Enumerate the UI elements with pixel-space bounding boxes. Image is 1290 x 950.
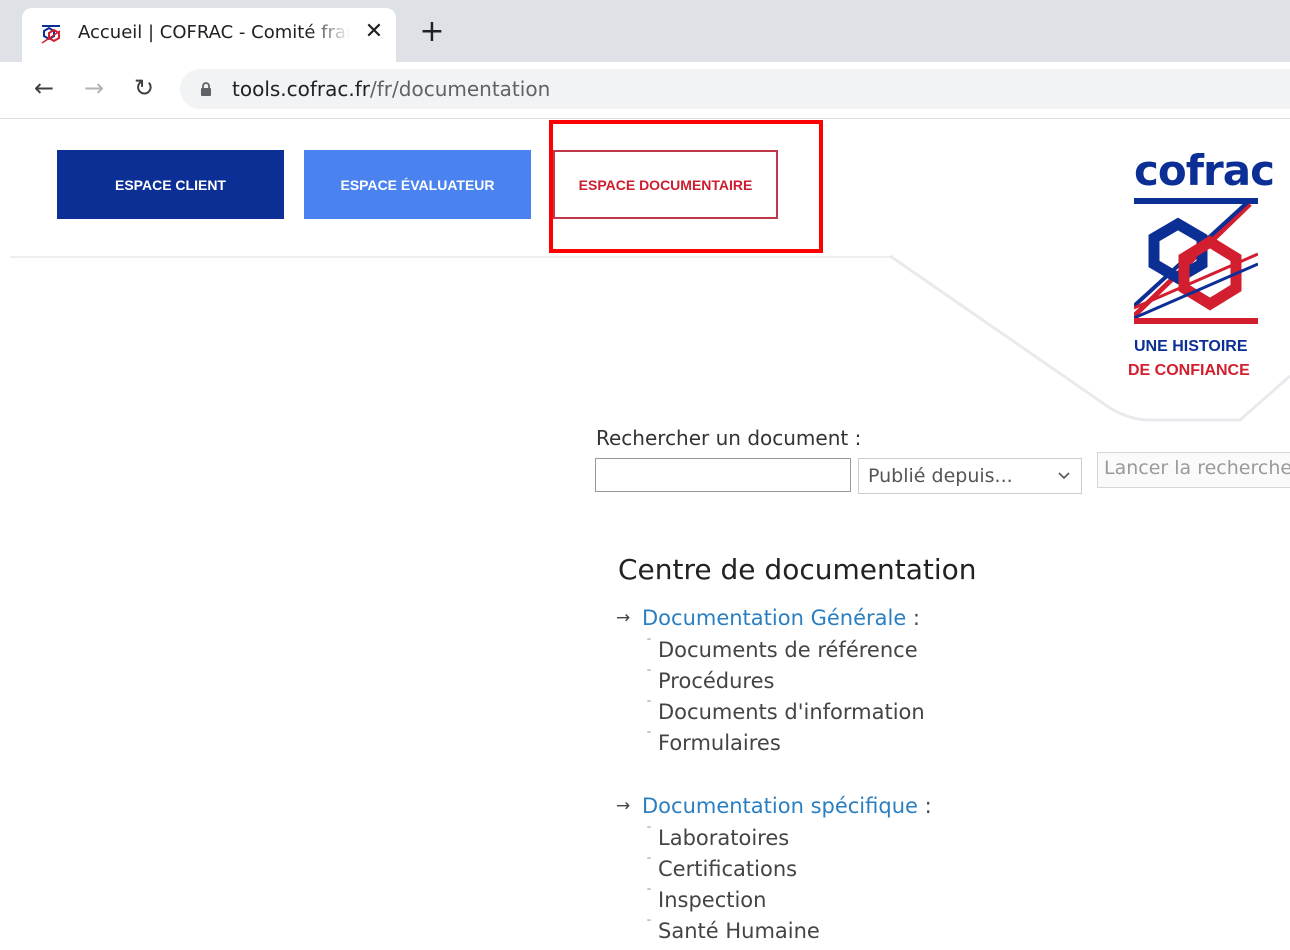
search-button[interactable]: Lancer la recherche: [1097, 452, 1290, 488]
browser-tab-bar: Accueil | COFRAC - Comité français d'acc…: [0, 0, 1290, 62]
forward-arrow-icon[interactable]: →: [80, 74, 108, 102]
back-arrow-icon[interactable]: ←: [30, 74, 58, 102]
list-item-label[interactable]: Procédures: [658, 669, 774, 693]
bullet-icon: ˉ: [646, 730, 652, 744]
published-since-select[interactable]: Publié depuis...: [858, 458, 1082, 494]
cofrac-favicon-icon: [40, 23, 62, 45]
espace-evaluateur-button[interactable]: ESPACE ÉVALUATEUR: [304, 150, 531, 219]
arrow-right-icon: →: [616, 796, 631, 816]
search-input[interactable]: [595, 458, 851, 492]
select-value: Publié depuis...: [868, 465, 1013, 487]
cofrac-logo-text[interactable]: cofrac: [1134, 148, 1275, 194]
list-item-label[interactable]: Formulaires: [658, 731, 781, 755]
cofrac-logo-mark-icon[interactable]: [1134, 198, 1258, 326]
list-item-label[interactable]: Documents de référence: [658, 638, 918, 662]
section-suffix: :: [906, 606, 921, 630]
tab-title: Accueil | COFRAC - Comité français d'acc…: [78, 22, 350, 43]
search-label: Rechercher un document :: [596, 426, 862, 450]
bullet-icon: ˉ: [646, 637, 652, 651]
bullet-icon: ˉ: [646, 856, 652, 870]
arrow-right-icon: →: [616, 608, 631, 628]
list-item-label[interactable]: Inspection: [658, 888, 766, 912]
reload-icon[interactable]: ↻: [130, 74, 158, 102]
page-title: Centre de documentation: [618, 553, 977, 586]
section-link-label[interactable]: Documentation Générale: [642, 606, 906, 630]
documentation-specifique-link[interactable]: Documentation spécifique :: [642, 794, 932, 818]
list-item-label[interactable]: Laboratoires: [658, 826, 789, 850]
browser-toolbar: ← → ↻ tools.cofrac.fr/fr/documentation: [0, 62, 1290, 119]
address-bar[interactable]: tools.cofrac.fr/fr/documentation: [180, 69, 1290, 109]
search-button-label: Lancer la recherche: [1104, 457, 1290, 479]
lock-icon: [201, 82, 211, 96]
close-tab-icon[interactable]: ✕: [362, 20, 386, 44]
espace-documentaire-button[interactable]: ESPACE DOCUMENTAIRE: [553, 150, 778, 219]
url-text: tools.cofrac.fr/fr/documentation: [232, 77, 550, 101]
list-item-label[interactable]: Certifications: [658, 857, 797, 881]
logo-tagline-line2: DE CONFIANCE: [1128, 362, 1250, 379]
logo-tagline-line1: UNE HISTOIRE: [1134, 338, 1248, 355]
section-link-label[interactable]: Documentation spécifique: [642, 794, 918, 818]
chevron-down-icon: [1058, 472, 1070, 480]
bullet-icon: ˉ: [646, 887, 652, 901]
documentation-generale-link[interactable]: Documentation Générale :: [642, 606, 920, 630]
new-tab-icon[interactable]: +: [418, 17, 446, 47]
bullet-icon: ˉ: [646, 699, 652, 713]
bullet-icon: ˉ: [646, 668, 652, 682]
section-suffix: :: [917, 794, 932, 818]
header-divider: [10, 256, 890, 258]
browser-tab[interactable]: Accueil | COFRAC - Comité français d'acc…: [22, 8, 396, 62]
url-host: tools.cofrac.fr: [232, 77, 371, 101]
list-item-label[interactable]: Santé Humaine: [658, 919, 820, 943]
url-path: /fr/documentation: [370, 77, 551, 101]
bullet-icon: ˉ: [646, 825, 652, 839]
espace-client-button[interactable]: ESPACE CLIENT: [57, 150, 284, 219]
bullet-icon: ˉ: [646, 918, 652, 932]
list-item-label[interactable]: Documents d'information: [658, 700, 925, 724]
